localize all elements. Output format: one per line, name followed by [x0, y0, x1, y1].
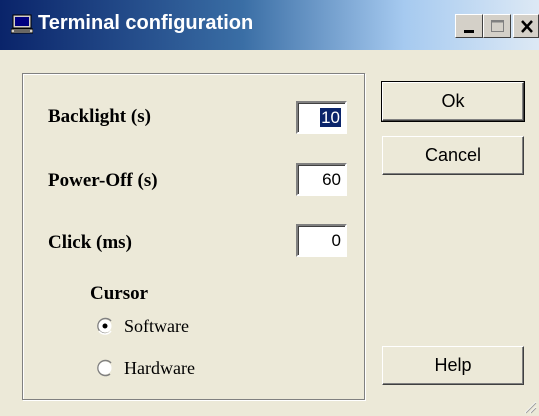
title-bar[interactable]: Terminal configuration — [0, 0, 539, 50]
help-button[interactable]: Help — [382, 346, 524, 385]
close-button[interactable] — [513, 14, 539, 38]
cancel-button[interactable]: Cancel — [382, 136, 524, 175]
cursor-heading: Cursor — [90, 283, 149, 304]
window-title: Terminal configuration — [38, 12, 254, 34]
close-icon — [521, 20, 533, 33]
click-input[interactable]: 0 — [296, 224, 347, 257]
power-off-value: 60 — [322, 170, 341, 189]
minimize-icon — [464, 30, 474, 33]
click-value: 0 — [331, 231, 341, 250]
backlight-input[interactable]: 10 — [296, 101, 347, 134]
terminal-icon — [11, 14, 33, 34]
hardware-radio[interactable] — [96, 359, 114, 377]
backlight-value: 10 — [320, 108, 341, 127]
resize-grip-icon[interactable] — [521, 398, 537, 414]
power-off-input[interactable]: 60 — [296, 163, 347, 196]
click-label: Click (ms) — [48, 232, 132, 253]
ok-button[interactable]: Ok — [381, 81, 525, 122]
power-off-label: Power-Off (s) — [48, 170, 158, 191]
minimize-button[interactable] — [455, 14, 483, 38]
hardware-radio-label[interactable]: Hardware — [124, 358, 195, 379]
software-radio[interactable] — [96, 317, 114, 335]
software-radio-label[interactable]: Software — [124, 316, 189, 337]
maximize-icon — [491, 20, 504, 32]
backlight-label: Backlight (s) — [48, 106, 151, 127]
terminal-configuration-dialog: Terminal configuration Backlight (s) 10 … — [0, 0, 539, 416]
maximize-button[interactable] — [483, 14, 511, 38]
